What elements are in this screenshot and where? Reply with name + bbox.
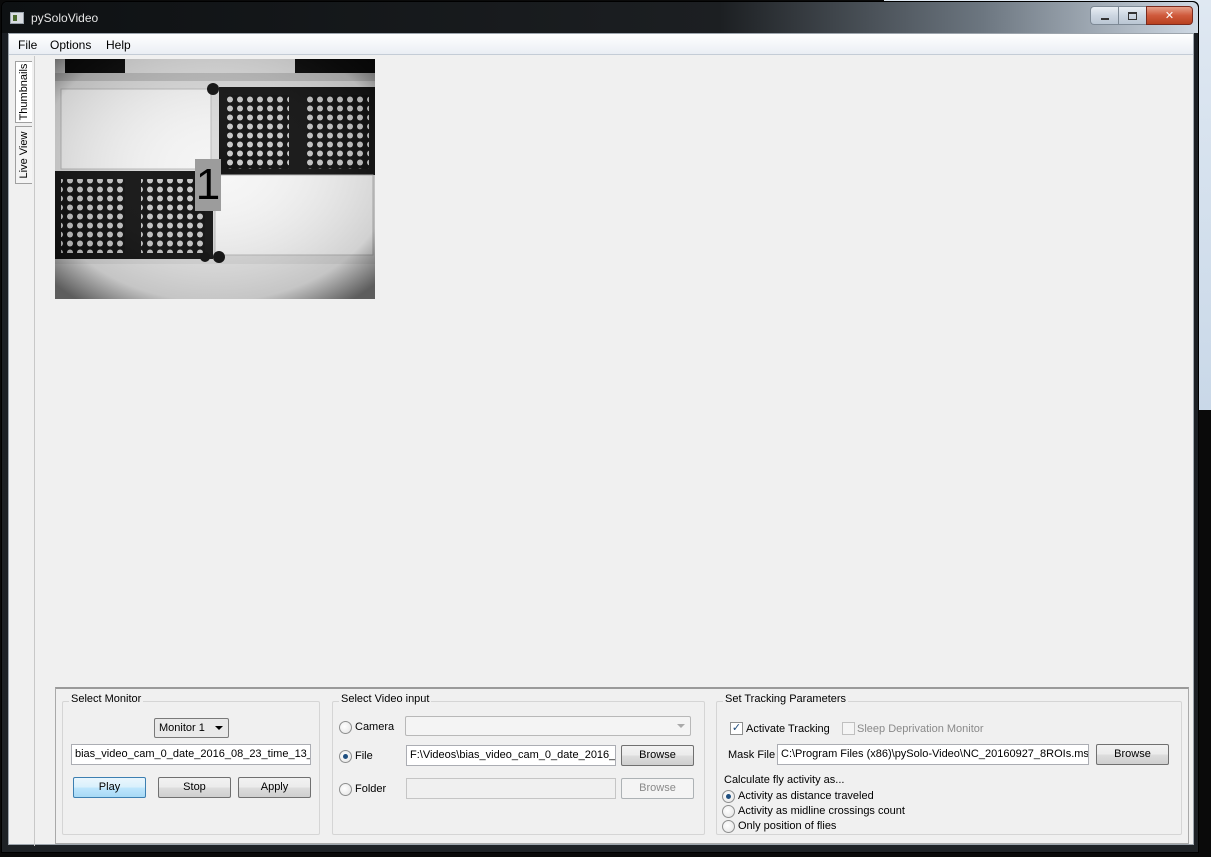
app-icon [10,12,24,24]
activate-tracking-checkbox[interactable]: ✓ [730,722,743,735]
file-radio-label: File [355,750,373,762]
folder-radio-label: Folder [355,783,387,795]
folder-browse-button[interactable]: Browse [621,778,694,799]
video-input-group: Select Video input Camera File F:\Videos… [332,693,705,835]
maximize-button[interactable] [1118,6,1146,25]
folder-radio[interactable] [339,783,352,796]
camera-radio-label: Camera [355,721,395,733]
chevron-down-icon [215,726,223,730]
tab-live-view-label: Live View [18,131,30,179]
window-title: pySoloVideo [31,11,99,25]
sleep-deprivation-label: Sleep Deprivation Monitor [857,723,984,735]
title-bar[interactable]: pySoloVideo ✕ [2,2,1198,33]
calc-activity-label: Calculate fly activity as... [724,774,845,786]
chevron-down-icon [677,724,685,728]
camera-radio[interactable] [339,721,352,734]
activity-midline-radio[interactable] [722,805,735,818]
control-panel: Select Monitor Monitor 1 bias_video_cam_… [55,687,1189,844]
menu-file[interactable]: File [18,38,37,52]
folder-path-field[interactable] [406,778,616,799]
monitor-dropdown-value: Monitor 1 [159,722,205,734]
menu-help[interactable]: Help [106,38,131,52]
activity-midline-label: Activity as midline crossings count [738,805,905,817]
stop-button[interactable]: Stop [158,777,231,798]
file-path-value: F:\Videos\bias_video_cam_0_date_2016_0 [410,749,616,761]
close-icon: ✕ [1164,10,1175,22]
apply-button[interactable]: Apply [238,777,311,798]
maximize-icon [1128,11,1137,20]
minimize-icon [1100,17,1109,20]
menu-bar: File Options Help [9,34,1193,55]
video-input-title: Select Video input [339,693,432,705]
minimize-button[interactable] [1090,6,1118,25]
video-thumbnail[interactable]: 1 [55,59,375,299]
close-button[interactable]: ✕ [1146,6,1193,25]
monitor-source-value: bias_video_cam_0_date_2016_08_23_time_13… [75,748,311,760]
tab-thumbnails-label: Thumbnails [18,63,30,121]
tab-divider [34,56,35,846]
sleep-deprivation-checkbox[interactable] [842,722,855,735]
camera-dropdown[interactable] [405,716,691,736]
monitor-source-field[interactable]: bias_video_cam_0_date_2016_08_23_time_13… [71,744,311,765]
app-window: pySoloVideo ✕ File Options Help Thumbnai… [1,1,1199,853]
activity-distance-label: Activity as distance traveled [738,790,874,802]
mask-browse-button[interactable]: Browse [1096,744,1169,765]
file-path-field[interactable]: F:\Videos\bias_video_cam_0_date_2016_0 [406,745,616,766]
play-button[interactable]: Play [73,777,146,798]
position-only-label: Only position of flies [738,820,837,832]
menu-options[interactable]: Options [50,38,91,52]
window-controls: ✕ [1090,6,1193,25]
select-monitor-title: Select Monitor [69,693,144,705]
activate-tracking-label: Activate Tracking [746,723,830,735]
client-area: File Options Help Thumbnails Live View 1… [8,33,1194,846]
monitor-dropdown[interactable]: Monitor 1 [154,718,229,738]
tracking-group: Set Tracking Parameters ✓ Activate Track… [716,693,1182,835]
position-only-radio[interactable] [722,820,735,833]
file-browse-button[interactable]: Browse [621,745,694,766]
file-radio[interactable] [339,750,352,763]
tab-thumbnails[interactable]: Thumbnails [15,61,32,123]
select-monitor-group: Select Monitor Monitor 1 bias_video_cam_… [62,693,320,835]
monitor-number-label: 1 [195,159,221,211]
mask-file-value: C:\Program Files (x86)\pySolo-Video\NC_2… [781,748,1089,760]
mask-file-field[interactable]: C:\Program Files (x86)\pySolo-Video\NC_2… [777,744,1089,765]
tab-live-view[interactable]: Live View [15,126,32,184]
mask-file-label: Mask File [728,749,776,761]
tracking-title: Set Tracking Parameters [723,693,849,705]
activity-distance-radio[interactable] [722,790,735,803]
